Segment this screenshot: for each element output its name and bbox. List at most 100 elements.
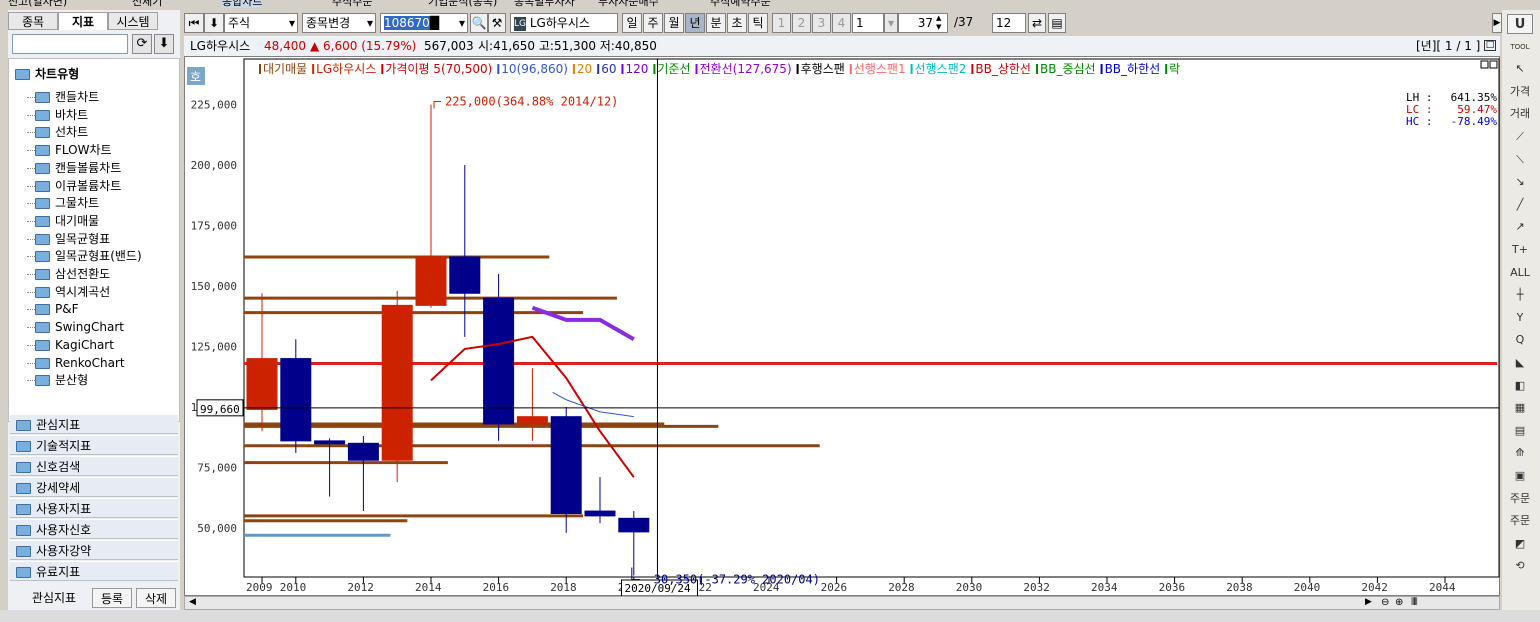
legend-item[interactable]: 60 xyxy=(601,62,616,76)
chevron-down-icon[interactable]: ▾ xyxy=(884,13,898,33)
stock-code-input[interactable]: 108670█ ▾ xyxy=(380,13,468,33)
chevron-right-icon[interactable]: ▶ xyxy=(1492,13,1502,33)
tree-item[interactable]: RenkoChart xyxy=(27,354,125,372)
legend-item[interactable]: 10(96,860) xyxy=(501,62,568,76)
legend-item[interactable]: 전환선(127,675) xyxy=(700,62,792,76)
period-button[interactable]: 초 xyxy=(727,13,747,33)
tree-item[interactable]: 이큐볼륨차트 xyxy=(26,177,121,195)
indicator-category[interactable]: 기술적지표 xyxy=(10,435,178,455)
tree-item[interactable]: 선차트 xyxy=(26,123,88,141)
all-icon[interactable]: ALL xyxy=(1507,263,1533,283)
indicator-category[interactable]: 유료지표 xyxy=(10,561,178,581)
tree-item[interactable]: FLOW차트 xyxy=(27,141,112,159)
window-tab[interactable]: 투자자순매수 xyxy=(598,0,659,8)
tree-item[interactable]: 대기매물 xyxy=(26,212,99,230)
maximize-icon[interactable]: □ xyxy=(1484,40,1496,51)
price-icon[interactable]: 가격 xyxy=(1507,82,1533,102)
zoom-out-icon[interactable]: ⊖ xyxy=(1381,597,1389,608)
number-button[interactable]: 2 xyxy=(792,13,811,33)
volume-icon[interactable]: 거래 xyxy=(1507,104,1533,124)
arrow-up-icon[interactable]: ↗ xyxy=(1507,217,1533,237)
legend-item[interactable]: 가격이평 5(70,500) xyxy=(385,62,492,76)
spinner-icon[interactable]: ▲ ▼ xyxy=(936,14,946,32)
tree-item[interactable]: 일목균형표 xyxy=(26,230,110,248)
y-icon[interactable]: Y xyxy=(1507,308,1533,328)
legend-item[interactable]: 120 xyxy=(625,62,648,76)
pointer-icon[interactable]: ↖ xyxy=(1507,59,1533,79)
tree-item[interactable]: 역시계곡선 xyxy=(26,283,110,301)
tab-system[interactable]: 시스템 xyxy=(108,12,158,30)
corner-icon[interactable]: ◩ xyxy=(1507,534,1533,554)
zoom-in-icon[interactable]: ⊕ xyxy=(1395,597,1403,608)
search-icon[interactable]: 🔍 xyxy=(470,13,488,33)
scroll-left-icon[interactable]: ◀ xyxy=(189,597,196,607)
window-tab[interactable]: 주식주문 xyxy=(332,0,372,8)
candlestick-chart[interactable]: 50,00075,000100,000125,000150,000175,000… xyxy=(185,57,1501,597)
indicator-category[interactable]: 강세약세 xyxy=(10,477,178,497)
tree-item[interactable]: 그물차트 xyxy=(26,194,99,212)
refresh-icon[interactable]: ⟲ xyxy=(1507,556,1533,576)
trendline-icon[interactable]: ⟋ xyxy=(1507,127,1533,147)
tab-stock[interactable]: 종목 xyxy=(8,12,58,30)
triangle-icon[interactable]: ◣ xyxy=(1507,353,1533,373)
crosshair-icon[interactable]: ┼ xyxy=(1507,285,1533,305)
legend-item[interactable]: LG하우시스 xyxy=(316,62,376,76)
period-button[interactable]: 틱 xyxy=(748,13,768,33)
period-button[interactable]: 분 xyxy=(706,13,726,33)
tree-item[interactable]: KagiChart xyxy=(27,336,114,354)
download-icon[interactable]: ⬇ xyxy=(154,34,174,54)
tree-item[interactable]: 캔들차트 xyxy=(26,88,99,106)
number-button[interactable]: 4 xyxy=(832,13,851,33)
legend-item[interactable]: 선행스팬1 xyxy=(854,61,906,76)
indicator-category[interactable]: 사용자신호 xyxy=(10,519,178,539)
window-tab[interactable]: 종목별투자자 xyxy=(514,0,575,8)
window-tab[interactable]: 전고(일차변) xyxy=(8,0,67,8)
tree-root[interactable]: 차트유형 xyxy=(15,65,79,82)
period-button[interactable]: 월 xyxy=(664,13,684,33)
box-icon[interactable]: ▣ xyxy=(1507,466,1533,486)
save-icon[interactable]: ▤ xyxy=(1048,13,1066,33)
legend-item[interactable]: BB_상한선 xyxy=(975,62,1031,76)
register-button[interactable]: 등록 xyxy=(92,588,132,608)
u-icon[interactable]: U xyxy=(1507,14,1533,34)
number-button[interactable]: 1 xyxy=(772,13,791,33)
number-button[interactable]: 3 xyxy=(812,13,831,33)
legend-item[interactable]: BB_중심선 xyxy=(1040,62,1096,76)
text-icon[interactable]: T+ xyxy=(1507,240,1533,260)
change-select[interactable]: 종목변경 ▾ xyxy=(302,13,376,33)
tree-item[interactable]: P&F xyxy=(27,300,79,318)
list-icon[interactable]: ▤ xyxy=(1507,421,1533,441)
horizontal-scrollbar[interactable]: ◀ ▶ ⊖ ⊕ ⦀⦀ xyxy=(184,596,1500,610)
period-button[interactable]: 주 xyxy=(643,13,663,33)
period-button[interactable]: 일 xyxy=(622,13,642,33)
panel-icon[interactable]: ◧ xyxy=(1507,376,1533,396)
tree-item[interactable]: 캔들볼륨차트 xyxy=(26,159,121,177)
legend-item[interactable]: 기준선 xyxy=(657,62,690,76)
window-tab[interactable]: 주식예약주문 xyxy=(710,0,771,8)
zoom-icon[interactable]: ⇄ xyxy=(1028,13,1046,33)
legend-item[interactable]: 후행스팬 xyxy=(801,61,845,76)
refresh-icon[interactable]: ⟳ xyxy=(132,34,152,54)
tree-item[interactable]: SwingChart xyxy=(27,318,124,336)
diagonal-icon[interactable]: ╱ xyxy=(1507,195,1533,215)
chart-area[interactable]: 50,00075,000100,000125,000150,000175,000… xyxy=(184,56,1501,597)
window-tab[interactable]: 전체기 xyxy=(132,0,162,8)
legend-item[interactable]: 대기매물 xyxy=(263,62,307,76)
tool-icon[interactable]: TOOL xyxy=(1507,37,1533,57)
line-down-icon[interactable]: ⟍ xyxy=(1507,150,1533,170)
wrench-icon[interactable]: ⚒ xyxy=(488,13,506,33)
indicator-category[interactable]: 사용자강약 xyxy=(10,540,178,560)
stock-name-field[interactable]: LG LG하우시스 xyxy=(510,13,618,33)
indicator-category[interactable]: 신호검색 xyxy=(10,456,178,476)
legend-item[interactable]: 락 xyxy=(1169,62,1180,76)
num-select[interactable]: 1 xyxy=(852,13,884,33)
arrow-icon[interactable]: ↘ xyxy=(1507,172,1533,192)
up-arrows-icon[interactable]: ⟰ xyxy=(1507,443,1533,463)
first-icon[interactable]: ⏮ xyxy=(184,13,204,33)
tree-item[interactable]: 삼선전환도 xyxy=(26,265,110,283)
tree-item[interactable]: 일목균형표(밴드) xyxy=(27,247,142,265)
order-icon[interactable]: 주문 xyxy=(1507,489,1533,509)
legend-item[interactable]: BB_하한선 xyxy=(1105,62,1161,76)
download-icon[interactable]: ⬇ xyxy=(204,13,224,33)
zoom-slider-icon[interactable]: ⦀⦀ xyxy=(1411,597,1418,608)
